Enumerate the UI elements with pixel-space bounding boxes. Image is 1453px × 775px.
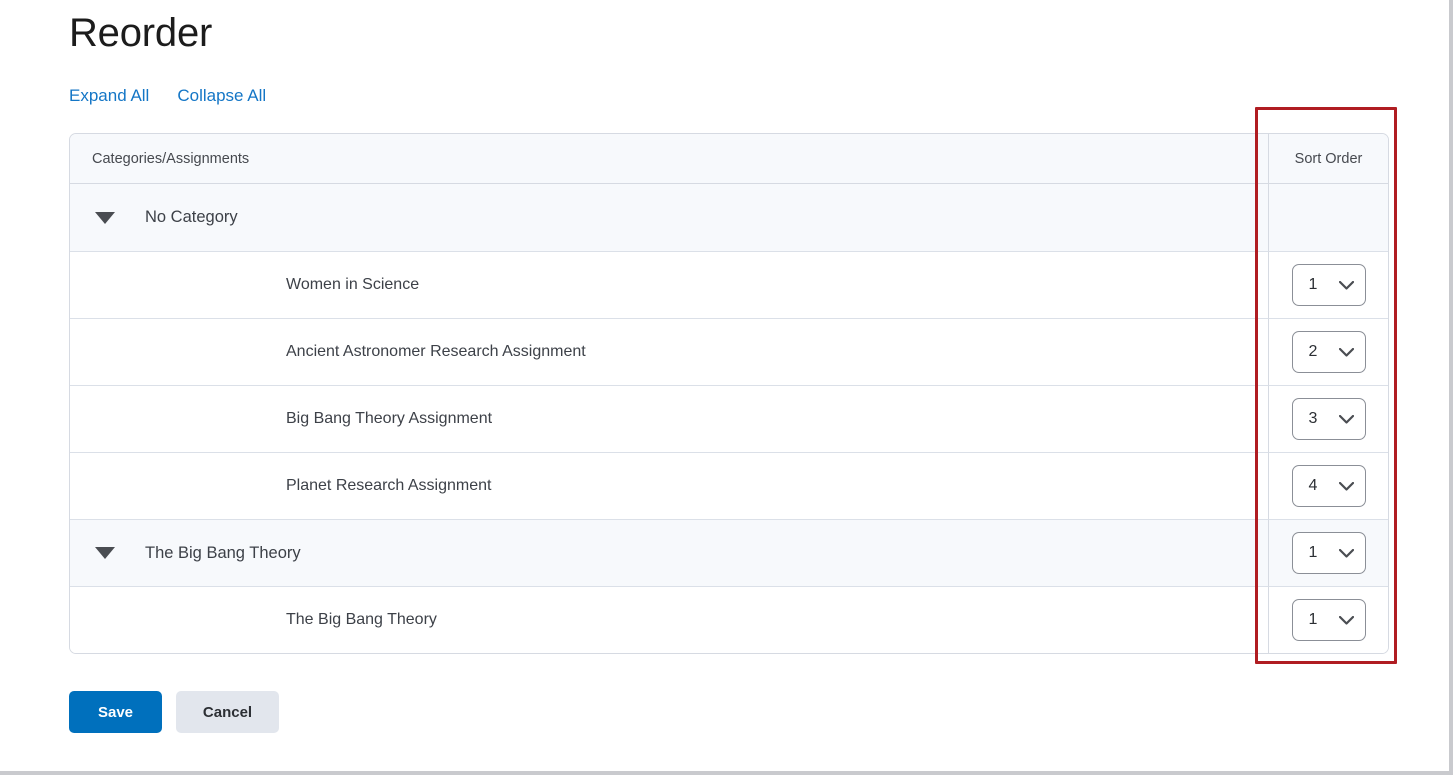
form-actions: Save Cancel — [69, 691, 1399, 733]
sort-order-value: 2 — [1308, 343, 1318, 360]
sort-order-value: 1 — [1308, 276, 1318, 293]
category-row-inner: No Category — [70, 205, 1268, 231]
category-label: No Category — [145, 208, 238, 226]
assignment-row: Women in Science 1 — [70, 251, 1388, 318]
category-row: The Big Bang Theory 1 — [70, 519, 1388, 586]
page-title: Reorder — [69, 11, 213, 55]
table-body: No Category Women in Science 1 Ancient Astr… — [70, 184, 1388, 653]
chevron-down-icon — [1338, 615, 1354, 625]
collapse-all-link[interactable]: Collapse All — [177, 86, 266, 106]
column-header-sort-order: Sort Order — [1268, 134, 1388, 184]
table-header: Categories/Assignments Sort Order — [70, 134, 1388, 184]
cell-item-name: The Big Bang Theory — [70, 519, 1268, 586]
cell-sort-order — [1268, 184, 1388, 251]
cell-item-name: Big Bang Theory Assignment — [70, 385, 1268, 452]
assignment-row: The Big Bang Theory 1 — [70, 586, 1388, 653]
sort-order-value: 4 — [1308, 477, 1318, 494]
assignment-row: Ancient Astronomer Research Assignment 2 — [70, 318, 1388, 385]
cell-item-name: Planet Research Assignment — [70, 452, 1268, 519]
chevron-down-icon — [1338, 280, 1354, 290]
caret-down-icon[interactable] — [92, 540, 118, 566]
assignment-label: Planet Research Assignment — [286, 477, 492, 494]
category-row-inner: The Big Bang Theory — [70, 540, 1268, 566]
expand-all-link[interactable]: Expand All — [69, 86, 149, 106]
sort-order-value: 1 — [1308, 544, 1318, 561]
category-label: The Big Bang Theory — [145, 543, 301, 562]
sort-order-select[interactable]: 2 — [1291, 331, 1366, 373]
column-header-categories-assignments: Categories/Assignments — [70, 134, 1268, 184]
save-button[interactable]: Save — [69, 691, 162, 733]
cell-sort-order: 1 — [1268, 586, 1388, 653]
assignment-label: Ancient Astronomer Research Assignment — [286, 343, 586, 360]
cell-item-name: No Category — [70, 184, 1268, 251]
cell-sort-order: 2 — [1268, 318, 1388, 385]
chevron-down-icon — [1338, 481, 1354, 491]
assignment-label: The Big Bang Theory — [286, 611, 437, 628]
category-row: No Category — [70, 184, 1388, 251]
sort-order-value: 3 — [1308, 410, 1318, 427]
assignment-label: Big Bang Theory Assignment — [286, 410, 493, 427]
cell-item-name: Women in Science — [70, 251, 1268, 318]
sort-order-value: 1 — [1308, 611, 1318, 628]
cell-sort-order: 1 — [1268, 519, 1388, 586]
cell-sort-order: 3 — [1268, 385, 1388, 452]
sort-order-select[interactable]: 1 — [1291, 532, 1366, 574]
chevron-down-icon — [1338, 548, 1354, 558]
reorder-table: Categories/Assignments Sort Order No Cat… — [69, 133, 1389, 654]
page-frame: Reorder Expand All Collapse All Categori… — [0, 0, 1453, 775]
assignment-label: Women in Science — [286, 276, 420, 293]
cell-sort-order: 4 — [1268, 452, 1388, 519]
sort-order-select[interactable]: 4 — [1291, 465, 1366, 507]
reorder-table-wrap: Categories/Assignments Sort Order No Cat… — [69, 107, 1397, 664]
caret-down-icon[interactable] — [92, 205, 118, 231]
page-content: Reorder Expand All Collapse All Categori… — [69, 0, 1399, 733]
expand-collapse-controls: Expand All Collapse All — [69, 86, 1399, 106]
assignment-row: Big Bang Theory Assignment 3 — [70, 385, 1388, 452]
cell-item-name: The Big Bang Theory — [70, 586, 1268, 653]
sort-order-select[interactable]: 1 — [1291, 599, 1366, 641]
table-header-row: Categories/Assignments Sort Order — [70, 134, 1388, 184]
assignment-row: Planet Research Assignment 4 — [70, 452, 1388, 519]
cell-item-name: Ancient Astronomer Research Assignment — [70, 318, 1268, 385]
chevron-down-icon — [1338, 347, 1354, 357]
sort-order-select[interactable]: 3 — [1291, 398, 1366, 440]
chevron-down-icon — [1338, 414, 1354, 424]
cell-sort-order: 1 — [1268, 251, 1388, 318]
cancel-button[interactable]: Cancel — [176, 691, 279, 733]
sort-order-select[interactable]: 1 — [1291, 264, 1366, 306]
